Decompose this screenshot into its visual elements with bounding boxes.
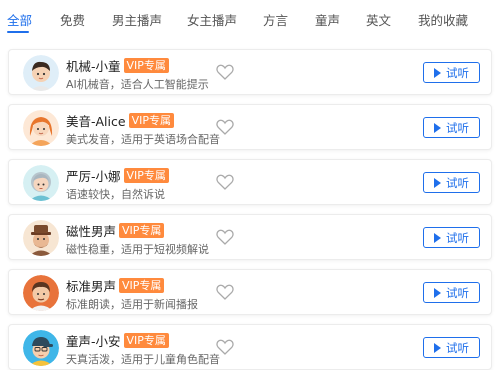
- tab-all[interactable]: 全部: [7, 10, 32, 29]
- play-icon: [434, 232, 441, 243]
- voice-name: 严厉-小娜: [66, 168, 121, 184]
- cap-boy-avatar: [23, 330, 59, 366]
- voice-title: 磁性男声 VIP专属: [66, 221, 165, 239]
- play-icon: [434, 67, 441, 78]
- orange-hair-girl-avatar: [23, 110, 59, 146]
- vip-badge: VIP专属: [119, 277, 165, 293]
- tab-english[interactable]: 英文: [366, 10, 391, 29]
- active-tab-indicator: [7, 31, 29, 33]
- hat-man-avatar: [23, 220, 59, 256]
- voice-name: 美音-Alice: [66, 113, 126, 129]
- voice-description: AI机械音，适合人工智能提示: [66, 78, 209, 91]
- voice-card: 童声-小安 VIP专属 天真活泼，适用于儿童角色配音 试听: [8, 324, 492, 370]
- listen-label: 试听: [446, 175, 469, 190]
- listen-button[interactable]: 试听: [423, 337, 480, 358]
- voice-description: 语速较快，自然诉说: [66, 188, 165, 201]
- listen-label: 试听: [446, 65, 469, 80]
- voice-description: 美式发音，适用于英语场合配音: [66, 133, 220, 146]
- voice-card: 美音-Alice VIP专属 美式发音，适用于英语场合配音 试听: [8, 104, 492, 150]
- tab-free[interactable]: 免费: [60, 10, 85, 29]
- voice-card: 磁性男声 VIP专属 磁性稳重，适用于短视频解说 试听: [8, 214, 492, 260]
- voice-title: 美音-Alice VIP专属: [66, 111, 174, 129]
- vip-badge: VIP专属: [123, 167, 169, 183]
- listen-button[interactable]: 试听: [423, 117, 480, 138]
- favorite-heart-icon[interactable]: [215, 172, 235, 192]
- voice-description: 磁性稳重，适用于短视频解说: [66, 243, 209, 256]
- voice-name: 童声-小安: [66, 333, 121, 349]
- vip-badge: VIP专属: [119, 222, 165, 238]
- play-icon: [434, 122, 441, 133]
- listen-button[interactable]: 试听: [423, 227, 480, 248]
- voice-title: 标准男声 VIP专属: [66, 276, 165, 294]
- play-icon: [434, 177, 441, 188]
- voice-description: 天真活泼，适用于儿童角色配音: [66, 353, 220, 366]
- listen-button[interactable]: 试听: [423, 282, 480, 303]
- voice-name: 磁性男声: [66, 223, 117, 239]
- vip-badge: VIP专属: [123, 57, 169, 73]
- voice-description: 标准朗读，适用于新闻播报: [66, 298, 198, 311]
- listen-button[interactable]: 试听: [423, 62, 480, 83]
- voice-title: 童声-小安 VIP专属: [66, 331, 169, 349]
- favorite-heart-icon[interactable]: [215, 227, 235, 247]
- robot-boy-avatar: [23, 55, 59, 91]
- brown-hair-man-avatar: [23, 275, 59, 311]
- category-tabs: 全部 免费 男主播声 女主播声 方言 童声 英文 我的收藏: [0, 0, 500, 38]
- tab-child-voice[interactable]: 童声: [315, 10, 340, 29]
- play-icon: [434, 342, 441, 353]
- grey-hair-woman-avatar: [23, 165, 59, 201]
- voice-card: 严厉-小娜 VIP专属 语速较快，自然诉说 试听: [8, 159, 492, 205]
- tab-male-voice[interactable]: 男主播声: [112, 10, 162, 29]
- voice-title: 机械-小童 VIP专属: [66, 56, 169, 74]
- vip-badge: VIP专属: [123, 332, 169, 348]
- voice-name: 标准男声: [66, 278, 117, 294]
- tab-dialect[interactable]: 方言: [263, 10, 288, 29]
- vip-badge: VIP专属: [128, 112, 174, 128]
- listen-label: 试听: [446, 120, 469, 135]
- favorite-heart-icon[interactable]: [215, 282, 235, 302]
- listen-label: 试听: [446, 230, 469, 245]
- voice-name: 机械-小童: [66, 58, 121, 74]
- listen-label: 试听: [446, 285, 469, 300]
- play-icon: [434, 287, 441, 298]
- tab-favorites[interactable]: 我的收藏: [418, 10, 468, 29]
- voice-card: 标准男声 VIP专属 标准朗读，适用于新闻播报 试听: [8, 269, 492, 315]
- listen-label: 试听: [446, 340, 469, 355]
- voice-card: 机械-小童 VIP专属 AI机械音，适合人工智能提示 试听: [8, 49, 492, 95]
- favorite-heart-icon[interactable]: [215, 117, 235, 137]
- tab-female-voice[interactable]: 女主播声: [187, 10, 237, 29]
- voice-title: 严厉-小娜 VIP专属: [66, 166, 169, 184]
- favorite-heart-icon[interactable]: [215, 337, 235, 357]
- favorite-heart-icon[interactable]: [215, 62, 235, 82]
- listen-button[interactable]: 试听: [423, 172, 480, 193]
